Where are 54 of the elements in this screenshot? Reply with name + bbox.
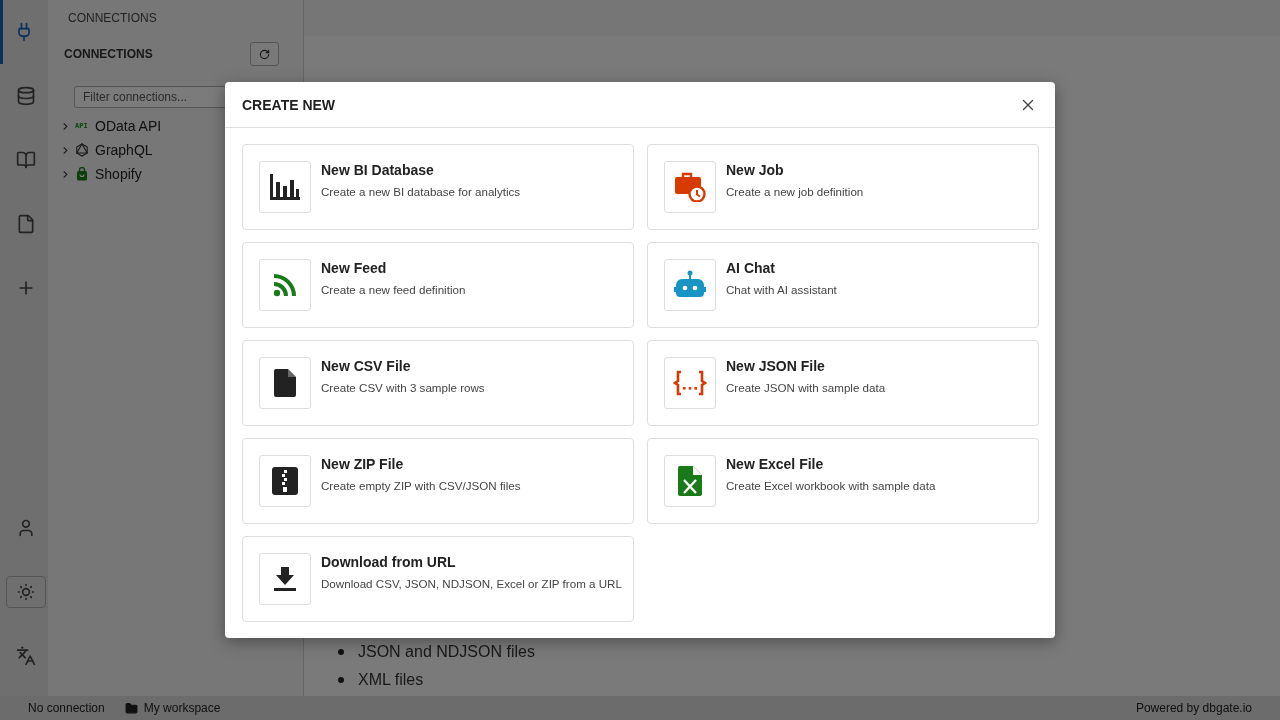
option-title: New JSON File	[726, 358, 826, 374]
list-item: XML files	[358, 671, 424, 689]
create-option-card[interactable]: New JSON File Create JSON with sample data	[647, 340, 1039, 426]
option-title: New ZIP File	[321, 456, 405, 472]
section-header: CONNECTIONS	[64, 47, 153, 61]
option-title: New Job	[726, 162, 785, 178]
file-icon	[274, 369, 296, 397]
refresh-button[interactable]	[250, 42, 279, 66]
zip-file-icon	[272, 467, 298, 495]
option-description: Create a new BI database for analytics	[321, 185, 521, 198]
connection-item[interactable]: GraphQL	[95, 142, 153, 158]
create-option-card[interactable]: New Job Create a new job definition	[647, 144, 1039, 230]
connection-item[interactable]: OData API	[95, 118, 162, 134]
create-option-card[interactable]: New Excel File Create Excel workbook with sample data	[647, 438, 1039, 524]
robot-icon	[674, 270, 706, 300]
option-description: Create JSON with sample data	[726, 381, 886, 394]
bullet-icon	[338, 649, 344, 655]
option-title: New BI Database	[321, 162, 435, 178]
bullet-icon	[338, 677, 344, 683]
option-description: Create a new feed definition	[321, 283, 466, 296]
option-description: Create Excel workbook with sample data	[726, 479, 936, 492]
create-option-card[interactable]: New Feed Create a new feed definition	[242, 242, 634, 328]
download-icon	[274, 567, 296, 591]
create-option-card[interactable]: AI Chat Chat with AI assistant	[647, 242, 1039, 328]
option-description: Create CSV with 3 sample rows	[321, 381, 485, 394]
rss-icon	[273, 273, 297, 297]
list-item: JSON and NDJSON files	[358, 643, 535, 661]
option-title: New Feed	[321, 260, 388, 276]
workspace-label: My workspace	[143, 701, 221, 715]
connection-status: No connection	[28, 701, 105, 715]
braces-icon	[673, 370, 707, 396]
create-option-card[interactable]: New BI Database Create a new BI database for analytics	[242, 144, 634, 230]
theme-icon[interactable]	[5, 576, 46, 608]
option-description: Chat with AI assistant	[726, 283, 837, 296]
folder-icon	[124, 701, 138, 715]
connection-item[interactable]: Shopify	[95, 166, 142, 182]
option-description: Create empty ZIP with CSV/JSON files	[321, 479, 521, 492]
option-title: Download from URL	[321, 554, 457, 570]
option-title: AI Chat	[726, 260, 776, 276]
refresh-icon	[259, 48, 270, 60]
briefcase-clock-icon	[674, 172, 706, 202]
bar-chart-icon	[270, 174, 300, 200]
powered-by-text: Powered by dbgate.io	[1135, 701, 1252, 715]
option-description: Create a new job definition	[726, 185, 864, 198]
create-option-card[interactable]: Download from URL Download CSV, JSON, NDJSON, Excel or ZIP from a URL	[242, 536, 634, 622]
create-option-card[interactable]: New ZIP File Create empty ZIP with CSV/JSON files	[242, 438, 634, 524]
excel-file-icon	[678, 466, 702, 496]
graphql-icon	[75, 143, 89, 157]
create-option-card[interactable]: New CSV File Create CSV with 3 sample rows	[242, 340, 634, 426]
option-description: Download CSV, JSON, NDJSON, Excel or ZIP from a URL	[321, 577, 622, 590]
option-title: New CSV File	[321, 358, 412, 374]
shopping-bag-icon	[75, 167, 89, 181]
panel-title: CONNECTIONS	[67, 10, 158, 27]
option-title: New Excel File	[726, 456, 825, 472]
